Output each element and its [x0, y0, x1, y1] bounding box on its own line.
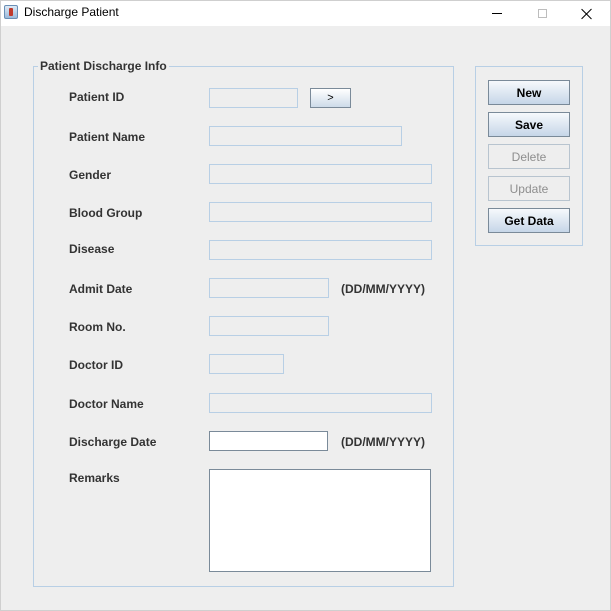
maximize-icon	[537, 9, 547, 18]
doctor-id-label: Doctor ID	[69, 358, 123, 372]
discharge-date-format-hint: (DD/MM/YYYY)	[341, 435, 425, 449]
doctor-name-label: Doctor Name	[69, 397, 144, 411]
room-no-field[interactable]	[209, 316, 329, 336]
patient-id-label: Patient ID	[69, 90, 125, 104]
remarks-textarea[interactable]	[209, 469, 431, 572]
minimize-icon	[492, 13, 502, 14]
blood-group-field[interactable]	[209, 202, 432, 222]
title-bar[interactable]: Discharge Patient	[1, 1, 610, 26]
remarks-label: Remarks	[69, 471, 120, 485]
room-no-label: Room No.	[69, 320, 126, 334]
patient-name-field[interactable]	[209, 126, 402, 146]
save-button[interactable]: Save	[488, 112, 570, 137]
window-title: Discharge Patient	[24, 5, 119, 19]
doctor-name-field[interactable]	[209, 393, 432, 413]
get-data-button[interactable]: Get Data	[488, 208, 570, 233]
admit-date-field[interactable]	[209, 278, 329, 298]
update-button[interactable]: Update	[488, 176, 570, 201]
gender-label: Gender	[69, 168, 112, 182]
close-icon	[581, 8, 593, 20]
admit-date-format-hint: (DD/MM/YYYY)	[341, 282, 425, 296]
discharge-patient-window: Discharge Patient Patient Discharge Info…	[0, 0, 611, 611]
doctor-id-field[interactable]	[209, 354, 284, 374]
maximize-button[interactable]	[520, 1, 564, 26]
patient-id-field[interactable]	[209, 88, 298, 108]
gender-field[interactable]	[209, 164, 432, 184]
admit-date-label: Admit Date	[69, 282, 133, 296]
patient-name-label: Patient Name	[69, 130, 146, 144]
minimize-button[interactable]	[475, 1, 519, 26]
disease-field[interactable]	[209, 240, 432, 260]
disease-label: Disease	[69, 242, 115, 256]
group-title: Patient Discharge Info	[38, 59, 169, 73]
delete-button[interactable]: Delete	[488, 144, 570, 169]
discharge-date-field[interactable]	[209, 431, 328, 451]
new-button[interactable]: New	[488, 80, 570, 105]
lookup-patient-button[interactable]: >	[310, 88, 351, 108]
java-cup-icon	[4, 5, 18, 19]
close-button[interactable]	[565, 1, 609, 26]
discharge-date-label: Discharge Date	[69, 435, 157, 449]
blood-group-label: Blood Group	[69, 206, 143, 220]
